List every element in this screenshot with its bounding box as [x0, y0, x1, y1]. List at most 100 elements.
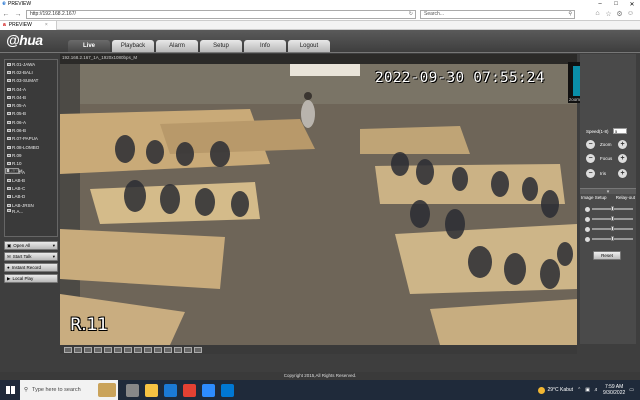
open-all-button[interactable]: ▣ Open All ▾ — [4, 241, 58, 250]
snapshot-icon[interactable] — [134, 347, 142, 353]
magnifier-icon[interactable]: ⚲ — [568, 11, 574, 17]
channel-item[interactable]: LAB-B — [5, 176, 57, 184]
edge-icon[interactable] — [164, 383, 177, 397]
menu-live[interactable]: Live — [68, 40, 110, 52]
zoom-in-video-icon[interactable] — [164, 347, 172, 353]
task-view-icon[interactable] — [126, 383, 139, 397]
layout-25-icon[interactable] — [114, 347, 122, 353]
open-all-label: Open All — [13, 243, 31, 248]
start-button[interactable] — [0, 380, 20, 400]
channel-label: R.04-B — [12, 94, 27, 100]
slider-knob[interactable] — [611, 226, 614, 232]
favorites-star-icon[interactable]: ☆ — [603, 10, 614, 18]
maximize-button[interactable]: □ — [608, 1, 624, 8]
menu-alarm[interactable]: Alarm — [156, 40, 198, 52]
reset-button[interactable]: Reset — [593, 251, 621, 260]
focus-in-button[interactable]: + — [618, 154, 627, 163]
layout-9-icon[interactable] — [84, 347, 92, 353]
chrome-icon[interactable] — [183, 383, 196, 397]
saturation-slider[interactable] — [585, 226, 633, 232]
file-explorer-icon[interactable] — [145, 383, 158, 397]
slider-knob[interactable] — [611, 216, 614, 222]
layout-36-icon[interactable] — [124, 347, 132, 353]
layout-16-icon[interactable] — [104, 347, 112, 353]
channel-item[interactable]: R.05-A — [5, 101, 57, 109]
tray-chevron-icon[interactable]: ⌃ — [577, 387, 581, 393]
stream-switch-icon[interactable] — [194, 347, 202, 353]
close-all-icon[interactable] — [184, 347, 192, 353]
windows-logo-icon — [5, 385, 15, 395]
windows-taskbar: ⚲ Type here to search 29°C Kabut ⌃ ▣ ♬ 7… — [0, 380, 640, 400]
channel-item[interactable]: R.A... — [5, 209, 57, 214]
record-toggle-icon[interactable] — [144, 347, 152, 353]
taskbar-search-input[interactable]: ⚲ Type here to search — [20, 380, 118, 400]
zoom-in-button[interactable]: + — [618, 140, 627, 149]
teams-icon[interactable] — [221, 383, 234, 397]
refresh-icon[interactable]: ↻ — [409, 11, 415, 17]
channel-item[interactable]: R.11 M — [5, 167, 23, 174]
settings-gear-icon[interactable]: ⚙ — [614, 10, 625, 18]
hue-slider[interactable] — [585, 236, 633, 242]
slider-knob[interactable] — [611, 206, 614, 212]
channel-item[interactable]: R.04-A — [5, 85, 57, 93]
fullscreen-icon[interactable] — [94, 347, 102, 353]
channel-item[interactable]: LAB-D — [5, 193, 57, 201]
channel-item[interactable]: R.08-LOMBO — [5, 143, 57, 151]
instant-record-button[interactable]: ● Instant Record — [4, 263, 58, 272]
zoom-app-icon[interactable] — [202, 383, 215, 397]
start-talk-button[interactable]: ✉ Start Talk ▾ — [4, 252, 58, 261]
iris-out-button[interactable]: − — [586, 169, 595, 178]
brightness-slider[interactable] — [585, 206, 633, 212]
channel-item[interactable]: LAB-C — [5, 184, 57, 192]
back-icon[interactable]: ← — [0, 9, 12, 20]
tab-close-icon[interactable]: × — [45, 22, 48, 28]
channel-item[interactable]: R.06-B — [5, 126, 57, 134]
clock[interactable]: 7:59 AM 9/30/2022 — [603, 384, 625, 396]
minimize-button[interactable]: – — [592, 1, 608, 8]
channel-item[interactable]: R.07-PAPUA — [5, 135, 57, 143]
channel-item[interactable]: R.04-B — [5, 93, 57, 101]
browser-search-input[interactable]: Search... ⚲ — [420, 9, 575, 19]
speed-select[interactable]: 5 — [613, 128, 627, 134]
channel-item[interactable]: R.10 — [5, 160, 57, 168]
menu-logout[interactable]: Logout — [288, 40, 330, 52]
layout-4-icon[interactable] — [74, 347, 82, 353]
forward-icon[interactable]: → — [12, 9, 24, 20]
notification-icon[interactable]: ▭ — [629, 387, 634, 393]
slider-knob[interactable] — [611, 236, 614, 242]
channel-item[interactable]: LAB-JRSN — [5, 201, 57, 209]
camera-timestamp: 2022-09-30 07:55:24 — [375, 70, 545, 86]
menu-playback[interactable]: Playback — [112, 40, 154, 52]
camera-icon — [7, 120, 11, 124]
chevron-down-icon[interactable]: ▾ — [53, 243, 57, 249]
weather-widget[interactable]: 29°C Kabut — [538, 386, 573, 394]
channel-item[interactable]: R.06-A — [5, 118, 57, 126]
home-icon[interactable]: ⌂ — [592, 10, 603, 18]
channel-item[interactable]: R.03-SUMAT — [5, 77, 57, 85]
channel-list[interactable]: R.01-JAWA R.02-BALI R.03-SUMAT R.04-A R.04-B… — [4, 59, 58, 237]
volume-icon[interactable]: ♬ — [594, 387, 599, 393]
channel-item[interactable]: R.09 — [5, 151, 57, 159]
layout-1-icon[interactable] — [64, 347, 72, 353]
chevron-down-icon[interactable]: ▾ — [53, 254, 57, 260]
local-play-button[interactable]: ▶ Local Play — [4, 274, 58, 283]
zoom-out-button[interactable]: − — [586, 140, 595, 149]
contrast-slider[interactable] — [585, 216, 633, 222]
channel-item[interactable]: R.05-B — [5, 110, 57, 118]
channel-label: LAB-JRSN — [12, 202, 34, 208]
network-icon[interactable]: ▣ — [585, 387, 590, 393]
tab-preview[interactable]: a PREVIEW × — [0, 20, 57, 30]
menu-setup[interactable]: Setup — [200, 40, 242, 52]
focus-out-button[interactable]: − — [586, 154, 595, 163]
audio-icon[interactable] — [154, 347, 162, 353]
channel-item[interactable]: R.01-JAWA — [5, 60, 57, 68]
channel-item[interactable]: R.02-BALI — [5, 68, 57, 76]
close-button[interactable]: ✕ — [624, 1, 640, 8]
iris-in-button[interactable]: + — [618, 169, 627, 178]
camera-video[interactable]: 192.168.2.167_1A_1920x1080bps_M 2022-09-… — [60, 54, 577, 345]
collapse-toggle[interactable]: ▾ — [580, 188, 636, 195]
smiley-icon[interactable]: ☺ — [625, 10, 636, 18]
address-input[interactable]: http://192.168.2.167/ ↻ — [26, 9, 416, 19]
close-video-icon[interactable] — [174, 347, 182, 353]
menu-info[interactable]: Info — [244, 40, 286, 52]
